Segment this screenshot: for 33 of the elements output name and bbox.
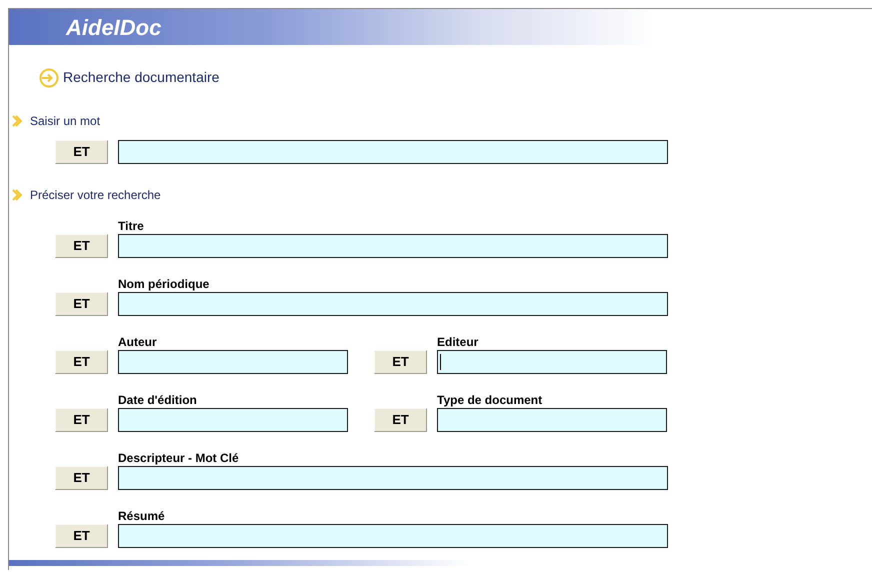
text-field[interactable] (118, 292, 668, 316)
text-field[interactable] (118, 466, 668, 490)
text-field[interactable] (437, 408, 667, 432)
and-button[interactable]: ET (55, 466, 108, 490)
field-label: Auteur (118, 334, 158, 350)
field-label: Editeur (437, 334, 480, 350)
and-button[interactable]: ET (55, 350, 108, 374)
text-field[interactable] (118, 350, 348, 374)
text-field[interactable] (118, 234, 668, 258)
field-label: Nom périodique (118, 276, 210, 292)
and-button[interactable]: ET (55, 234, 108, 258)
and-button[interactable]: ET (55, 140, 108, 164)
field-label: Type de document (437, 392, 544, 408)
and-button[interactable]: ET (55, 292, 108, 316)
text-field[interactable] (118, 408, 348, 432)
text-field[interactable] (118, 524, 668, 548)
and-button[interactable]: ET (374, 350, 427, 374)
section-title: Saisir un mot (30, 113, 100, 130)
field-label: Date d'édition (118, 392, 198, 408)
section-title: Préciser votre recherche (30, 187, 161, 204)
and-button[interactable]: ET (374, 408, 427, 432)
and-button[interactable]: ET (55, 524, 108, 548)
and-button[interactable]: ET (55, 408, 108, 432)
arrow-circle-icon (39, 68, 59, 88)
chevron-icon (12, 189, 22, 201)
page-heading: Recherche documentaire (63, 68, 220, 87)
text-field[interactable] (118, 140, 668, 164)
chevron-icon (12, 115, 22, 127)
field-label: Résumé (118, 508, 166, 524)
field-label: Titre (118, 218, 145, 234)
app-logo: AideIDoc (66, 14, 162, 42)
field-label: Descripteur - Mot Clé (118, 450, 240, 466)
text-field[interactable] (437, 350, 667, 374)
